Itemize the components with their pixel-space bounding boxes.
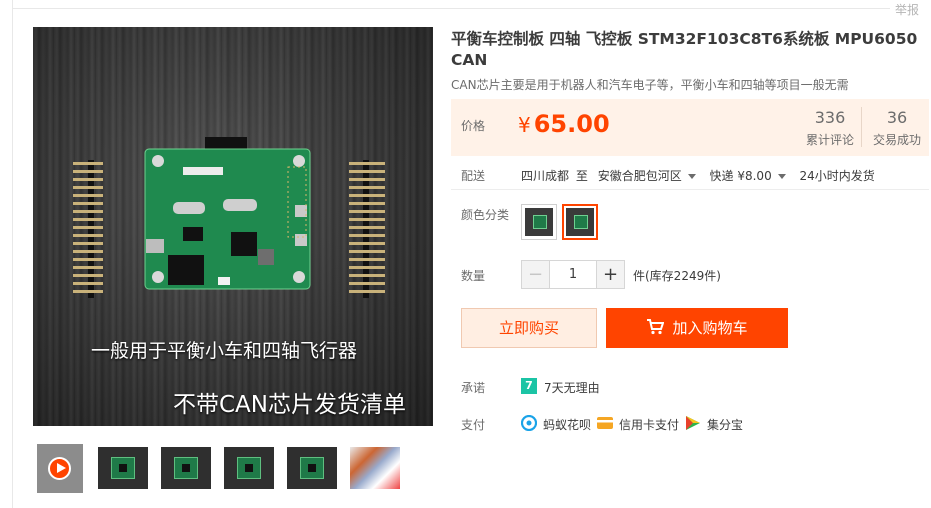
chip-image (308, 464, 316, 472)
frame-border-left (12, 0, 13, 508)
quantity-minus-button[interactable]: − (522, 261, 550, 288)
cart-icon (647, 319, 665, 335)
reviews-label: 累计评论 (805, 133, 854, 147)
quantity-plus-button[interactable]: + (596, 261, 624, 288)
left-pin-header (73, 160, 103, 298)
price-amount: 65.00 (533, 110, 610, 138)
currency-symbol: ¥ (518, 113, 531, 137)
quantity-label: 数量 (461, 269, 486, 283)
right-pin-header (349, 160, 385, 298)
destination-text: 安徽合肥包河区 (597, 169, 682, 183)
payment-credit-card[interactable]: 信用卡支付 (619, 416, 679, 433)
promise-label: 承诺 (461, 381, 486, 395)
main-product-image[interactable]: 一般用于平衡小车和四轴飞行器 不带CAN芯片发货清单 (33, 27, 433, 426)
seven-day-return-icon: 7 (521, 378, 537, 394)
frame-border-top (12, 8, 890, 9)
price-label: 价格 (461, 119, 486, 133)
pcb-board-illustration (73, 137, 385, 298)
shipping-row: 四川成都 至 安徽合肥包河区 快递 ¥8.00 24小时内发货 (521, 167, 875, 184)
stat-divider (861, 107, 862, 147)
color-option-1[interactable] (521, 204, 557, 240)
reviews-stat[interactable]: 336 累计评论 (799, 108, 861, 148)
thumbnail-5[interactable] (287, 447, 337, 489)
payment-label: 支付 (461, 418, 486, 432)
delivery-method-text: 快递 ¥8.00 (709, 169, 772, 183)
image-caption-usage: 一般用于平衡小车和四轴飞行器 (91, 340, 358, 362)
control-board (144, 137, 311, 290)
shipping-label: 配送 (461, 169, 486, 183)
chip-image (182, 464, 190, 472)
thumbnail-video[interactable] (37, 444, 83, 493)
add-to-cart-label: 加入购物车 (672, 319, 748, 337)
ship-from: 四川成都 (521, 169, 570, 183)
promise-text[interactable]: 7天无理由 (544, 379, 600, 396)
swatch-image (525, 208, 553, 236)
price-value: ¥65.00 (518, 110, 610, 138)
sales-label: 交易成功 (872, 133, 921, 147)
price-panel: 价格 ¥65.00 336 累计评论 36 交易成功 (451, 99, 929, 156)
quantity-stepper: − 1 + (521, 260, 625, 289)
huabei-icon (521, 415, 537, 431)
ship-to-word: 至 (575, 169, 588, 183)
thumbnail-4[interactable] (224, 447, 274, 489)
reviews-count: 336 (814, 108, 846, 127)
chevron-down-icon (687, 173, 696, 179)
destination-select[interactable]: 安徽合肥包河区 (598, 169, 706, 183)
add-to-cart-button[interactable]: 加入购物车 (606, 308, 788, 348)
thumbnail-2[interactable] (98, 447, 148, 489)
payment-huabei[interactable]: 蚂蚁花呗 (543, 416, 591, 433)
product-title: 平衡车控制板 四轴 飞控板 STM32F103C8T6系统板 MPU6050 C… (451, 30, 918, 69)
product-subtitle: CAN芯片主要是用于机器人和汽车电子等，平衡小车和四轴等项目一般无需 (451, 78, 849, 92)
divider (451, 189, 929, 190)
sales-stat: 36 交易成功 (866, 108, 928, 148)
thumbnail-3[interactable] (161, 447, 211, 489)
color-option-2-selected[interactable] (562, 204, 598, 240)
stock-info: 件(库存2249件) (633, 269, 721, 283)
color-label: 颜色分类 (461, 208, 510, 222)
buy-now-button[interactable]: 立即购买 (461, 308, 597, 348)
quantity-input[interactable]: 1 (550, 261, 596, 288)
play-icon (48, 457, 71, 480)
chip-image (119, 464, 127, 472)
credit-card-icon (597, 417, 613, 429)
report-link[interactable]: 举报 (895, 1, 919, 18)
sales-count: 36 (886, 108, 908, 127)
jifenbao-icon (686, 416, 700, 430)
delivery-method-select[interactable]: 快递 ¥8.00 (710, 169, 796, 183)
chip-image (245, 464, 253, 472)
payment-jifenbao[interactable]: 集分宝 (707, 416, 743, 433)
chevron-down-icon (777, 173, 786, 179)
thumbnail-6[interactable] (350, 447, 400, 489)
swatch-image (566, 208, 594, 236)
image-caption-no-can: 不带CAN芯片发货清单 (173, 392, 406, 418)
dispatch-time: 24小时内发货 (799, 169, 875, 183)
